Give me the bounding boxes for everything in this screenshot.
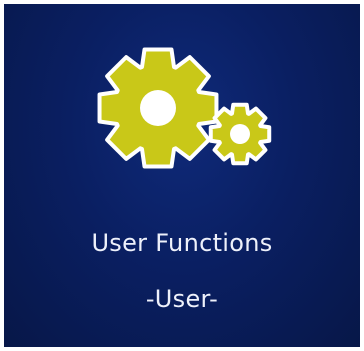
tile-title: User Functions [91,229,273,257]
tile-subtitle: -User- [145,285,219,313]
large-gear-icon [97,47,219,169]
small-gear-icon [208,102,272,166]
user-functions-tile[interactable]: User Functions -User- [4,4,360,347]
gears-icon [97,47,272,169]
